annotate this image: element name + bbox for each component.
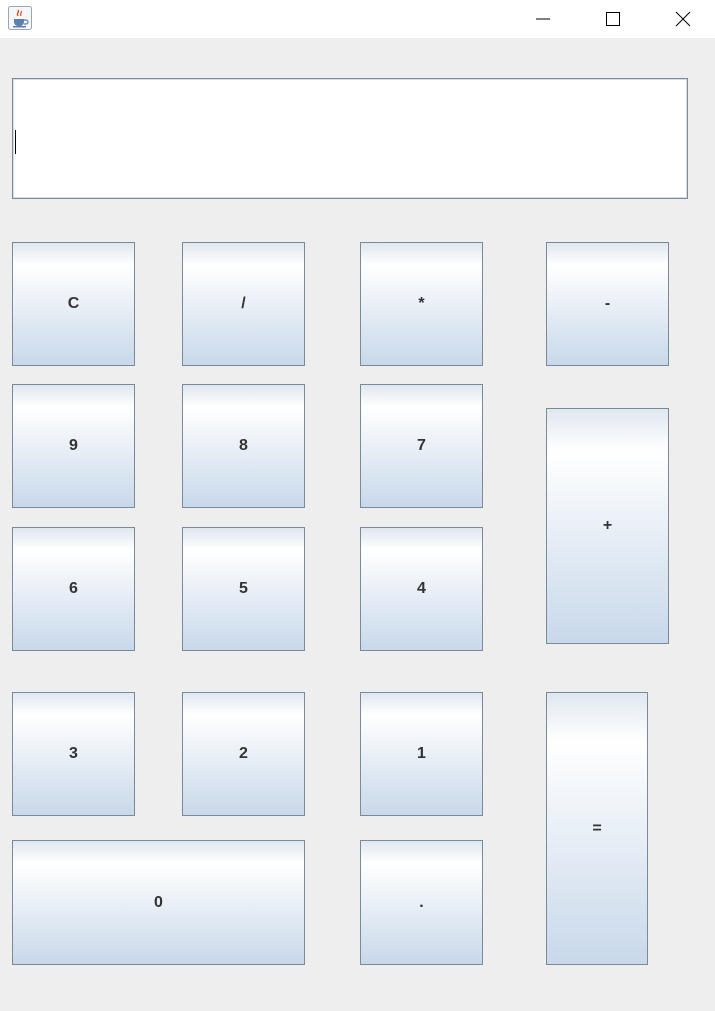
text-caret xyxy=(15,130,16,154)
digit-1-button[interactable]: 1 xyxy=(360,692,483,816)
digit-9-button[interactable]: 9 xyxy=(12,384,135,508)
minimize-icon xyxy=(536,18,550,20)
digit-5-button[interactable]: 5 xyxy=(182,527,305,651)
multiply-button[interactable]: * xyxy=(360,242,483,366)
digit-6-button[interactable]: 6 xyxy=(12,527,135,651)
digit-7-button[interactable]: 7 xyxy=(360,384,483,508)
decimal-point-button[interactable]: . xyxy=(360,840,483,965)
digit-8-button[interactable]: 8 xyxy=(182,384,305,508)
close-button[interactable] xyxy=(660,0,706,38)
minimize-button[interactable] xyxy=(520,0,566,38)
digit-4-button[interactable]: 4 xyxy=(360,527,483,651)
divide-button[interactable]: / xyxy=(182,242,305,366)
java-coffee-cup-icon xyxy=(8,6,32,30)
equals-button[interactable]: = xyxy=(546,692,648,965)
title-bar xyxy=(0,0,715,38)
calculator-display-field[interactable] xyxy=(12,78,688,199)
close-icon xyxy=(675,11,691,27)
digit-2-button[interactable]: 2 xyxy=(182,692,305,816)
add-button[interactable]: + xyxy=(546,408,669,644)
maximize-button[interactable] xyxy=(590,0,636,38)
maximize-icon xyxy=(606,12,620,26)
subtract-button[interactable]: - xyxy=(546,242,669,366)
digit-3-button[interactable]: 3 xyxy=(12,692,135,816)
digit-0-button[interactable]: 0 xyxy=(12,840,305,965)
clear-button[interactable]: C xyxy=(12,242,135,366)
